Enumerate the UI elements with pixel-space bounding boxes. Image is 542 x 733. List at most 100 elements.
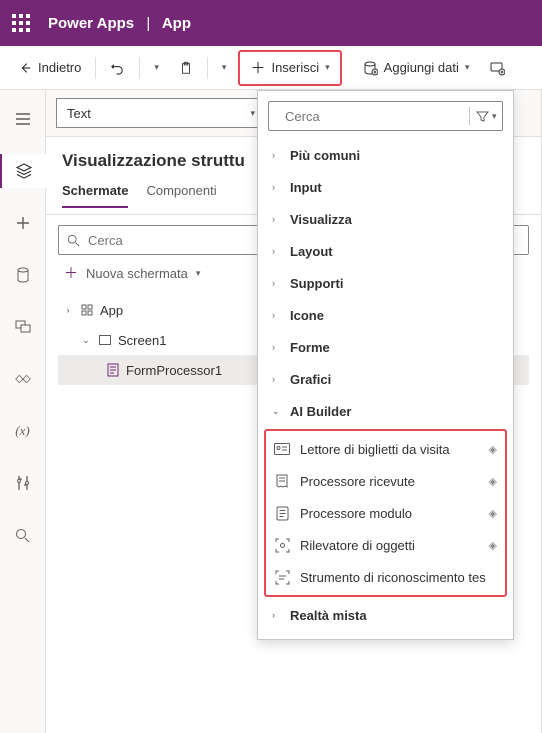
ai-item-receipt[interactable]: Processore ricevute ◈ <box>266 465 505 497</box>
form-icon <box>106 363 120 377</box>
insert-flyout: ▾ ›Più comuni ›Input ›Visualizza ›Layout… <box>257 90 514 640</box>
category-shapes[interactable]: › Forme <box>258 331 513 363</box>
category-label: Forme <box>290 340 330 355</box>
title-bar: Power Apps | App <box>0 0 542 46</box>
tab-components[interactable]: Componenti <box>146 183 216 208</box>
premium-icon: ◈ <box>489 443 497 456</box>
command-bar: Indietro ▾ ▾ ＋ Inserisci ▾ Aggiungi dati… <box>0 46 542 90</box>
card-icon <box>274 441 290 457</box>
hamburger-icon <box>15 113 31 125</box>
data-icon <box>362 60 378 76</box>
category-label: Realtà mista <box>290 608 367 623</box>
category-input[interactable]: › Input <box>258 171 513 203</box>
back-label: Indietro <box>38 60 81 75</box>
rail-data[interactable] <box>0 258 46 292</box>
receipt-icon <box>274 473 290 489</box>
chevron-right-icon: › <box>272 374 280 384</box>
app-launcher-icon[interactable] <box>12 14 30 32</box>
separator <box>95 57 96 79</box>
chevron-down-icon: ▾ <box>325 62 330 73</box>
media-icon <box>15 320 31 334</box>
back-arrow-icon <box>18 61 32 75</box>
new-screen-button[interactable] <box>481 52 513 84</box>
category-media[interactable]: ›Supporti <box>258 267 513 299</box>
undo-button[interactable] <box>102 52 133 84</box>
chevron-down-icon: ▾ <box>222 62 227 73</box>
chevron-right-icon: › <box>272 342 280 352</box>
form-icon <box>274 505 290 521</box>
chevron-right-icon: › <box>272 310 280 320</box>
insert-label: Inserisci <box>271 60 319 75</box>
category-label: Layout <box>290 244 333 259</box>
add-data-button[interactable]: Aggiungi dati ▾ <box>354 52 478 84</box>
screen-plus-icon <box>489 60 505 76</box>
paste-button[interactable] <box>171 52 201 84</box>
flyout-search[interactable]: ▾ <box>268 101 503 131</box>
plus-icon: ＋ <box>250 57 265 78</box>
variable-icon: (x) <box>15 423 29 439</box>
ai-item-label: Lettore di biglietti da visita <box>300 442 479 457</box>
chevron-right-icon: › <box>272 278 280 288</box>
separator <box>139 57 140 79</box>
flow-icon <box>15 372 31 386</box>
chevron-down-icon: ▾ <box>492 111 497 122</box>
chevron-down-icon: ▾ <box>465 62 470 73</box>
tree-node-label: Screen1 <box>118 333 166 348</box>
category-ai-builder[interactable]: ⌄AI Builder <box>258 395 513 427</box>
premium-icon: ◈ <box>489 539 497 552</box>
chevron-down-icon: ▾ <box>154 62 159 73</box>
ai-item-form[interactable]: Processore modulo ◈ <box>266 497 505 529</box>
text-scan-icon <box>274 569 290 585</box>
category-charts[interactable]: › Grafici <box>258 363 513 395</box>
tree-node-label: App <box>100 303 123 318</box>
rail-insert[interactable] <box>0 206 46 240</box>
category-label: Input <box>290 180 322 195</box>
category-icons[interactable]: ›Icone <box>258 299 513 331</box>
database-icon <box>16 267 30 283</box>
app-name: App <box>162 15 191 32</box>
category-display[interactable]: ›Visualizza <box>258 203 513 235</box>
chevron-right-icon: › <box>272 150 280 160</box>
rail-tree-view[interactable] <box>0 102 46 136</box>
flyout-filter[interactable]: ▾ <box>469 107 497 125</box>
category-common[interactable]: ›Più comuni <box>258 139 513 171</box>
chevron-right-icon: › <box>272 246 280 256</box>
title-text: Power Apps | App <box>48 15 191 32</box>
rail-flows[interactable] <box>0 362 46 396</box>
category-label: Grafici <box>290 372 331 387</box>
insert-button-highlight: ＋ Inserisci ▾ <box>238 50 341 86</box>
ai-builder-group-highlight: Lettore di biglietti da visita ◈ Process… <box>264 429 507 597</box>
chevron-right-icon: › <box>272 182 280 192</box>
ai-item-text-recognizer[interactable]: Strumento di riconoscimento tes <box>266 561 505 593</box>
ai-item-object-detector[interactable]: Rilevatore di oggetti ◈ <box>266 529 505 561</box>
left-rail: (x) <box>0 90 46 733</box>
ai-item-label: Processore ricevute <box>300 474 479 489</box>
rail-layers[interactable] <box>0 154 46 188</box>
rail-variables[interactable]: (x) <box>0 414 46 448</box>
chevron-down-icon: ⌄ <box>272 406 280 417</box>
rail-advanced[interactable] <box>0 466 46 500</box>
add-data-label: Aggiungi dati <box>384 60 459 75</box>
category-layout[interactable]: › Layout <box>258 235 513 267</box>
flyout-search-input[interactable] <box>285 109 461 124</box>
category-mixed-reality[interactable]: › Realtà mista <box>258 599 513 631</box>
undo-split-button[interactable]: ▾ <box>146 52 167 84</box>
sliders-icon <box>16 475 30 491</box>
tab-screens[interactable]: Schermate <box>62 183 128 208</box>
caret-icon: › <box>62 305 74 315</box>
chevron-right-icon: › <box>272 610 280 620</box>
layers-icon <box>16 163 32 179</box>
caret-down-icon: ⌄ <box>80 335 92 346</box>
back-button[interactable]: Indietro <box>10 52 89 84</box>
property-dropdown[interactable]: Text ▾ <box>56 98 266 128</box>
plus-icon <box>16 216 30 230</box>
ai-item-business-card[interactable]: Lettore di biglietti da visita ◈ <box>266 433 505 465</box>
category-label: Visualizza <box>290 212 352 227</box>
undo-icon <box>110 60 125 75</box>
plus-icon: ＋ <box>64 263 78 283</box>
rail-media[interactable] <box>0 310 46 344</box>
paste-split-button[interactable]: ▾ <box>214 52 235 84</box>
product-name: Power Apps <box>48 15 134 32</box>
rail-search[interactable] <box>0 518 46 552</box>
insert-button[interactable]: ＋ Inserisci ▾ <box>242 52 337 84</box>
